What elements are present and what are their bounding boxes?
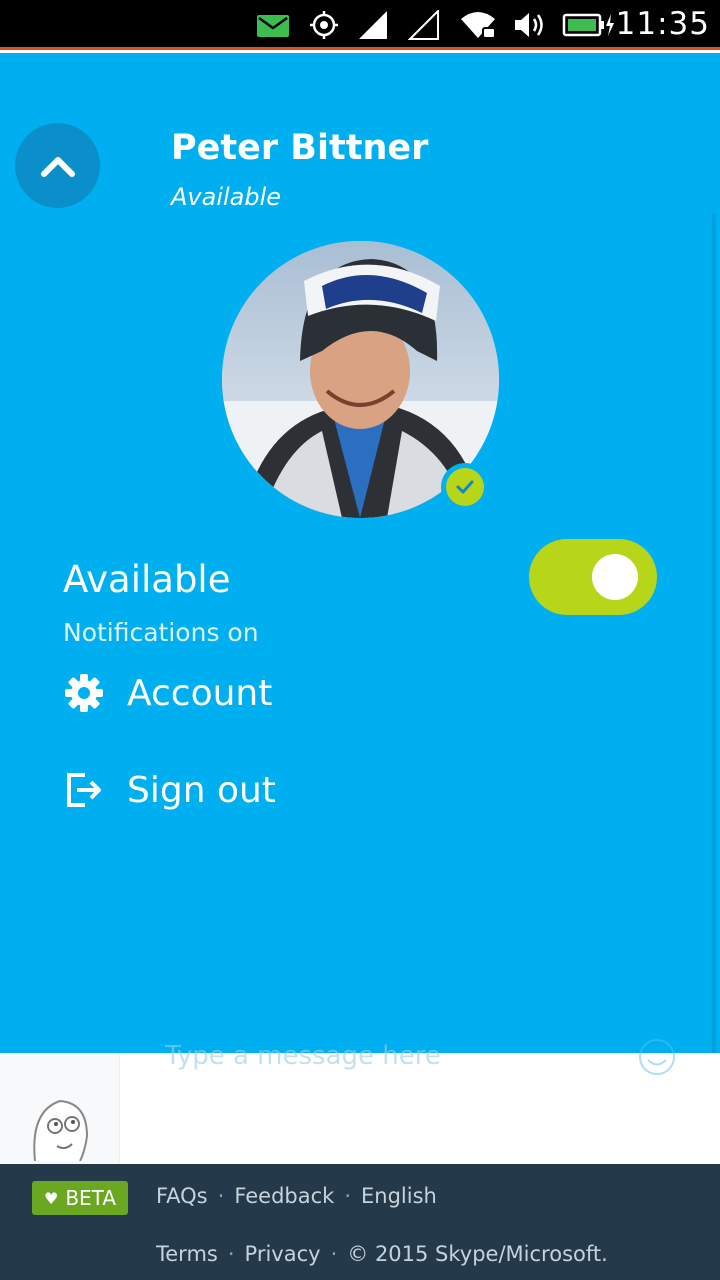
emoji-icon[interactable] — [637, 1037, 677, 1077]
chat-input-area: Type a message here — [0, 1039, 720, 1164]
sign-out-menu-item[interactable]: Sign out — [63, 760, 276, 820]
beta-label: BETA — [65, 1186, 117, 1210]
volume-icon — [515, 13, 543, 37]
sign-out-icon — [63, 769, 105, 811]
copyright-text: © 2015 Skype/Microsoft. — [347, 1242, 608, 1266]
privacy-link[interactable]: Privacy — [245, 1242, 321, 1266]
terms-link[interactable]: Terms — [156, 1242, 218, 1266]
account-menu-item[interactable]: Account — [63, 663, 272, 723]
user-name: Peter Bittner — [171, 128, 429, 168]
presence-badge — [441, 463, 489, 511]
gear-icon — [63, 672, 105, 714]
status-bar-accent-line — [0, 47, 720, 50]
status-bar: 11:35 — [0, 0, 720, 50]
faqs-link[interactable]: FAQs — [156, 1184, 208, 1208]
signal-empty-icon — [408, 10, 439, 40]
feedback-link[interactable]: Feedback — [234, 1184, 334, 1208]
signal-icon — [359, 11, 387, 39]
separator: · — [227, 1242, 235, 1266]
separator: · — [330, 1242, 338, 1266]
language-link[interactable]: English — [361, 1184, 437, 1208]
profile-panel: Peter Bittner Available Available Notifi… — [0, 53, 720, 1053]
availability-title: Available — [63, 558, 231, 601]
location-icon — [310, 11, 338, 39]
toggle-knob — [592, 554, 638, 600]
battery-icon — [562, 13, 614, 37]
footer-links-row-1: FAQs · Feedback · English — [156, 1184, 437, 1208]
checkmark-icon — [456, 480, 474, 494]
collapse-panel-button[interactable] — [15, 123, 100, 208]
meme-face-sticker-icon[interactable] — [25, 1091, 95, 1161]
chevron-up-icon — [40, 156, 75, 177]
clock: 11:35 — [615, 6, 710, 42]
wifi-icon — [461, 12, 496, 39]
availability-subtitle: Notifications on — [63, 618, 259, 647]
scrollbar[interactable] — [712, 213, 716, 1053]
footer-links-row-2: Terms · Privacy · © 2015 Skype/Microsoft… — [156, 1242, 608, 1266]
separator: · — [217, 1184, 225, 1208]
sticker-strip — [0, 1053, 120, 1164]
separator: · — [344, 1184, 352, 1208]
footer: ♥ BETA FAQs · Feedback · English Terms ·… — [0, 1164, 720, 1280]
account-label: Account — [127, 672, 273, 714]
sign-out-label: Sign out — [127, 769, 276, 811]
message-input[interactable]: Type a message here — [165, 1041, 441, 1071]
beta-badge: ♥ BETA — [32, 1181, 128, 1215]
mail-icon — [257, 15, 289, 37]
availability-toggle[interactable] — [529, 539, 657, 615]
heart-icon: ♥ — [43, 1188, 59, 1208]
user-status: Available — [171, 183, 282, 211]
